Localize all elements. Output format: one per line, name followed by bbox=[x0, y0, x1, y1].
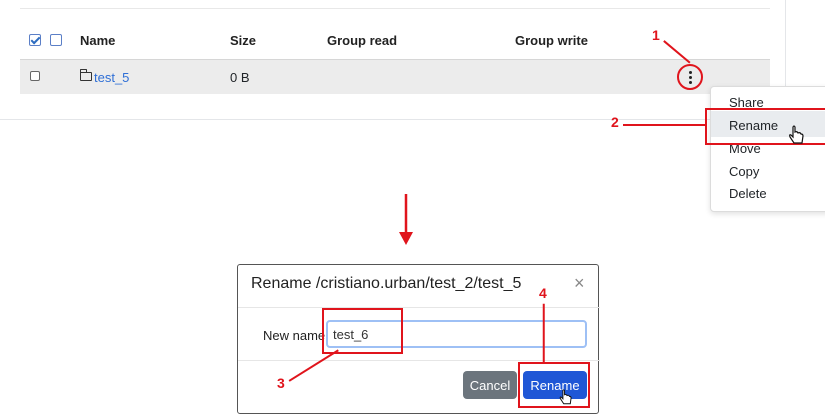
step-3-label: 3 bbox=[277, 375, 285, 391]
menu-item-copy[interactable]: Copy bbox=[729, 164, 759, 179]
table-row[interactable]: test_5 0 B bbox=[20, 59, 770, 94]
step-4-pointer bbox=[543, 303, 545, 363]
dialog-footer-divider bbox=[238, 360, 600, 361]
actions-menu: Share Rename Move Copy Delete bbox=[710, 86, 825, 212]
step-2-pointer bbox=[623, 124, 705, 126]
new-name-label: New name bbox=[263, 328, 326, 343]
folder-link[interactable]: test_5 bbox=[94, 70, 129, 85]
arrow-down-icon bbox=[399, 194, 413, 245]
column-name[interactable]: Name bbox=[80, 33, 115, 48]
step-3-highlight bbox=[322, 308, 403, 354]
menu-item-delete[interactable]: Delete bbox=[729, 186, 767, 201]
column-group-read[interactable]: Group read bbox=[327, 33, 397, 48]
step-4-highlight bbox=[518, 362, 590, 408]
column-size[interactable]: Size bbox=[230, 33, 256, 48]
dialog-header-divider bbox=[238, 307, 600, 308]
folder-icon bbox=[80, 69, 92, 81]
cancel-button[interactable]: Cancel bbox=[463, 371, 517, 399]
select-all-checkbox[interactable] bbox=[29, 34, 41, 46]
close-icon[interactable]: × bbox=[574, 273, 585, 294]
row-checkbox[interactable] bbox=[30, 71, 40, 81]
step-4-label: 4 bbox=[539, 285, 547, 301]
kebab-menu-icon[interactable] bbox=[677, 64, 703, 90]
select-mode-checkbox[interactable] bbox=[50, 34, 62, 46]
hand-pointer-icon bbox=[789, 125, 804, 144]
divider bbox=[20, 8, 770, 9]
column-group-write[interactable]: Group write bbox=[515, 33, 588, 48]
dialog-title: Rename /cristiano.urban/test_2/test_5 bbox=[251, 275, 522, 292]
row-size: 0 B bbox=[230, 70, 250, 85]
step-1-label: 1 bbox=[652, 27, 660, 43]
step-2-label: 2 bbox=[611, 114, 619, 130]
hand-pointer-icon bbox=[559, 389, 572, 405]
